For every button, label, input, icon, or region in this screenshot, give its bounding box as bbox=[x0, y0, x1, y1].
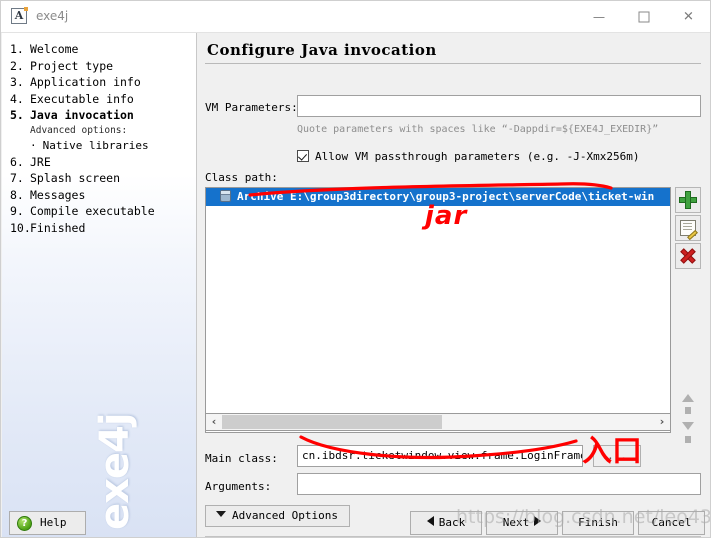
vm-parameters-hint: Quote parameters with spaces like “-Dapp… bbox=[297, 124, 659, 135]
window-title: exe4j bbox=[36, 9, 69, 23]
sidebar-step-compile-executable[interactable]: 9. Compile executable bbox=[10, 203, 195, 220]
move-up-button[interactable] bbox=[675, 385, 701, 414]
title-divider bbox=[205, 63, 701, 64]
step-label: JRE bbox=[30, 154, 51, 169]
step-number: 7. bbox=[10, 171, 24, 185]
step-number: 5. bbox=[10, 108, 24, 122]
step-label: Advanced options: bbox=[30, 124, 128, 136]
step-label: Project type bbox=[30, 58, 114, 73]
step-number: 8. bbox=[10, 187, 24, 202]
red-x-icon bbox=[680, 248, 697, 265]
jar-icon bbox=[220, 190, 231, 202]
arrow-left-icon bbox=[426, 516, 434, 526]
watermark: https://blog.csdn.net/leo438031498 bbox=[456, 506, 711, 528]
bullet-icon: · bbox=[30, 138, 37, 152]
page-title: Configure Java invocation bbox=[207, 41, 437, 59]
close-icon: ✕ bbox=[683, 9, 694, 24]
scroll-left-icon[interactable]: ‹ bbox=[206, 414, 222, 430]
checkbox-icon[interactable] bbox=[297, 150, 309, 162]
wizard-step-list: 1. Welcome 2. Project type 3. Application inf… bbox=[10, 41, 195, 236]
sidebar-step-native-libraries[interactable]: · Native libraries bbox=[10, 138, 195, 154]
step-number: 3. bbox=[10, 75, 24, 89]
move-down-button[interactable] bbox=[675, 413, 701, 443]
step-label: Splash screen bbox=[30, 171, 121, 185]
help-icon: ? bbox=[17, 516, 32, 531]
arguments-input[interactable] bbox=[297, 473, 701, 495]
delete-classpath-button[interactable] bbox=[675, 243, 701, 269]
vm-parameters-input[interactable] bbox=[297, 95, 701, 117]
arrow-up-icon bbox=[682, 394, 694, 414]
step-label: Executable info bbox=[30, 91, 134, 106]
maximize-button[interactable] bbox=[621, 1, 666, 32]
close-button[interactable]: ✕ bbox=[666, 1, 710, 32]
help-button[interactable]: ? Help bbox=[9, 511, 86, 535]
exe4j-logo: exe4j bbox=[92, 413, 138, 530]
step-number: 4. bbox=[10, 91, 24, 106]
minimize-icon bbox=[593, 16, 604, 18]
pencil-icon bbox=[680, 220, 696, 236]
sidebar-step-jre[interactable]: 6. JRE bbox=[10, 154, 195, 171]
allow-passthrough-label: Allow VM passthrough parameters (e.g. -J… bbox=[315, 150, 640, 163]
wizard-sidebar: 1. Welcome 2. Project type 3. Application inf… bbox=[2, 33, 197, 537]
sidebar-step-finished[interactable]: 10.Finished bbox=[10, 220, 195, 237]
scrollbar-thumb[interactable] bbox=[222, 415, 442, 429]
annotation-entry-point: 入口 bbox=[582, 434, 642, 469]
step-label: Compile executable bbox=[30, 204, 155, 218]
step-label: Application info bbox=[30, 75, 141, 89]
step-number: 2. bbox=[10, 58, 24, 73]
step-number: 1. bbox=[10, 42, 24, 56]
main-class-label: Main class: bbox=[205, 452, 278, 465]
edit-classpath-button[interactable] bbox=[675, 215, 701, 241]
allow-passthrough-checkbox-row[interactable]: Allow VM passthrough parameters (e.g. -J… bbox=[297, 145, 640, 164]
maximize-icon bbox=[638, 11, 649, 22]
step-label: Native libraries bbox=[42, 138, 149, 152]
app-icon: A bbox=[11, 7, 28, 24]
arrow-down-icon bbox=[682, 422, 694, 443]
main-class-input[interactable]: cn.ibdsr.ticketwindow.view.frame.LoginFr… bbox=[297, 445, 583, 467]
plus-icon bbox=[679, 191, 697, 209]
minimize-button[interactable] bbox=[576, 1, 621, 32]
step-label: Finished bbox=[30, 220, 86, 235]
step-number: 6. bbox=[10, 154, 24, 169]
advanced-options-button[interactable]: Advanced Options bbox=[205, 505, 350, 527]
sidebar-step-welcome[interactable]: 1. Welcome bbox=[10, 41, 195, 58]
help-label: Help bbox=[40, 516, 67, 529]
class-path-label: Class path: bbox=[205, 171, 278, 184]
title-bar: A exe4j ✕ bbox=[1, 1, 710, 33]
advanced-options-label: Advanced Options bbox=[232, 509, 338, 522]
step-label: Messages bbox=[30, 187, 86, 202]
step-number: 10. bbox=[10, 220, 31, 235]
sidebar-step-project-type[interactable]: 2. Project type bbox=[10, 58, 195, 75]
add-classpath-button[interactable] bbox=[675, 187, 701, 213]
scroll-right-icon[interactable]: › bbox=[654, 414, 670, 430]
sidebar-step-application-info[interactable]: 3. Application info bbox=[10, 74, 195, 91]
step-number: 9. bbox=[10, 204, 24, 218]
sidebar-step-advanced-options: Advanced options: bbox=[10, 124, 195, 138]
step-label: Java invocation bbox=[30, 108, 134, 122]
vm-parameters-label: VM Parameters: bbox=[205, 101, 298, 114]
sidebar-step-java-invocation[interactable]: 5. Java invocation bbox=[10, 107, 195, 124]
exe4j-wizard-window: A exe4j ✕ 1. Welcome 2. Project type 3. Appli… bbox=[0, 0, 711, 538]
arguments-label: Arguments: bbox=[205, 480, 272, 493]
sidebar-step-executable-info[interactable]: 4. Executable info bbox=[10, 91, 195, 108]
step-label: Welcome bbox=[30, 42, 79, 56]
footer-divider bbox=[205, 536, 701, 537]
annotation-jar: jar bbox=[425, 201, 468, 231]
sidebar-step-messages[interactable]: 8. Messages bbox=[10, 187, 195, 204]
sidebar-step-splash-screen[interactable]: 7. Splash screen bbox=[10, 170, 195, 187]
chevron-down-icon bbox=[216, 511, 226, 517]
